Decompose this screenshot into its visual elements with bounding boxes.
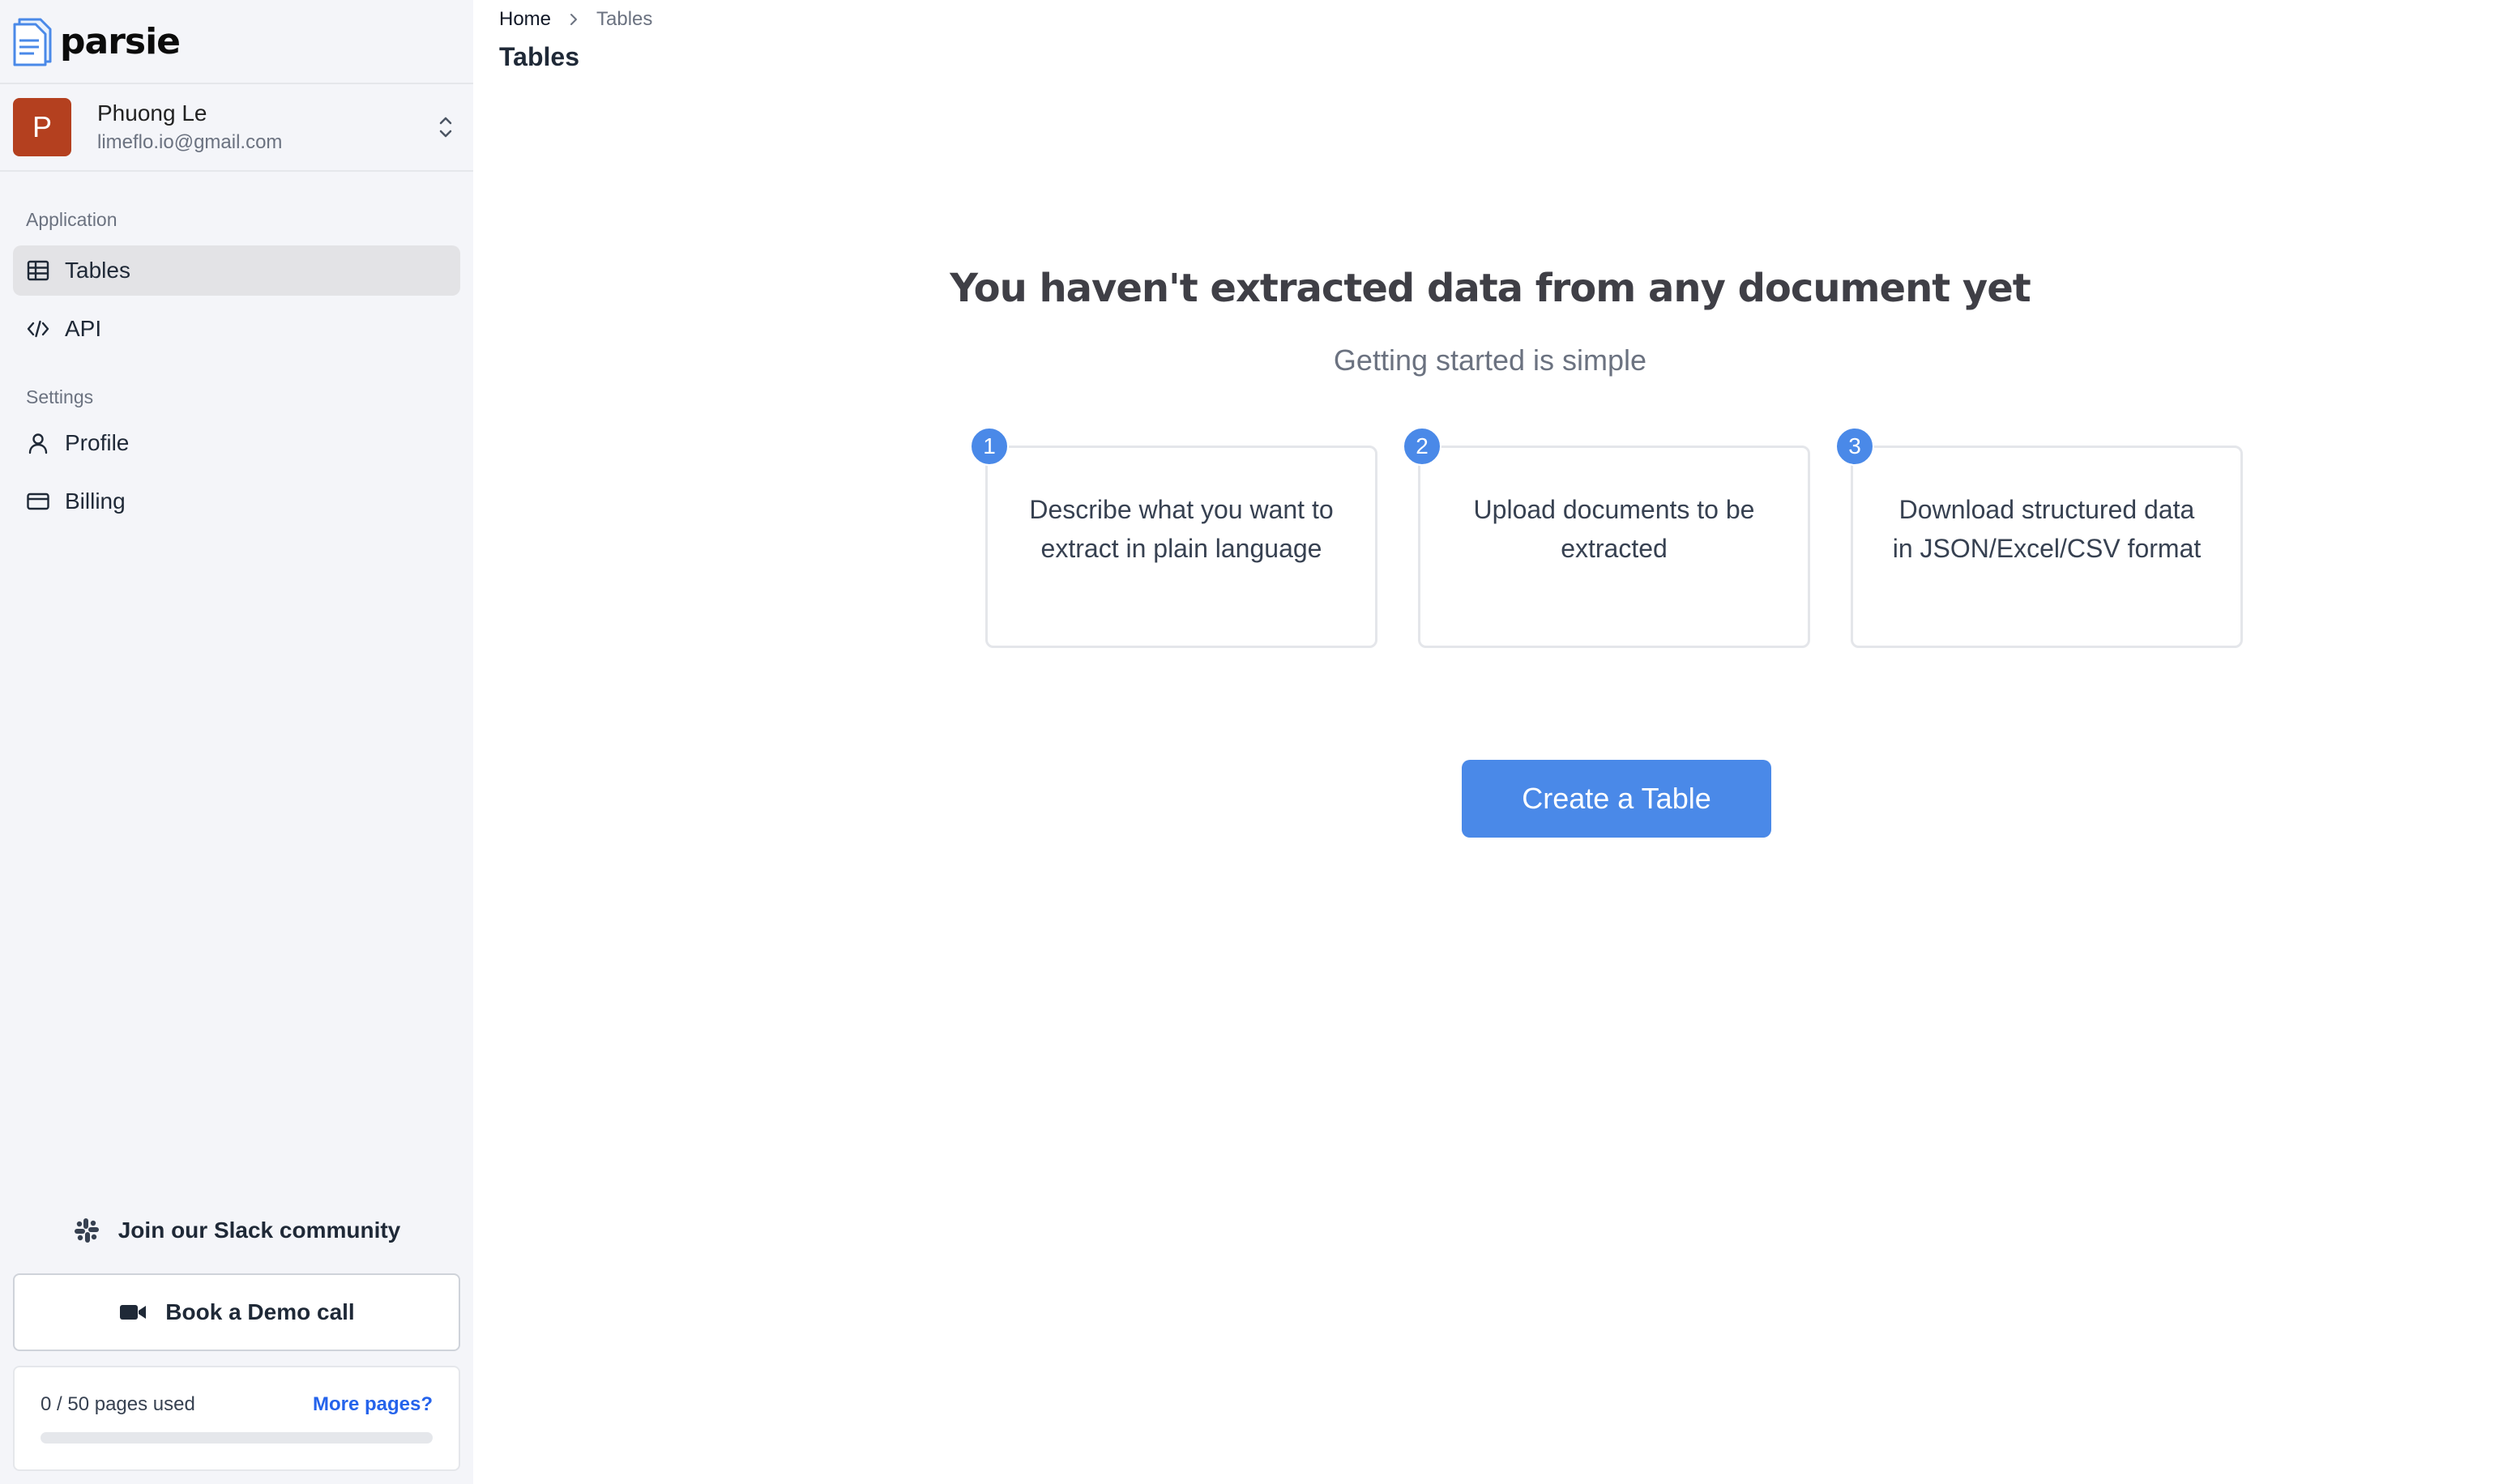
slack-label: Join our Slack community xyxy=(117,1217,401,1243)
getting-started-steps: 1 Describe what you want to extract in p… xyxy=(970,427,2246,648)
user-email: limeflo.io@gmail.com xyxy=(97,131,283,153)
code-icon xyxy=(27,320,49,338)
breadcrumb-current: Tables xyxy=(596,8,653,30)
usage-progress-bar xyxy=(41,1432,433,1443)
create-table-button[interactable]: Create a Table xyxy=(1462,760,1771,838)
step-number-badge: 2 xyxy=(1403,427,1441,466)
usage-card: 0 / 50 pages used More pages? xyxy=(13,1366,460,1471)
brand-name: parsie xyxy=(60,20,181,62)
settings-nav: Profile Billing xyxy=(0,418,473,527)
user-name: Phuong Le xyxy=(97,100,207,126)
sidebar-item-label: Profile xyxy=(65,430,130,455)
breadcrumb-home[interactable]: Home xyxy=(499,8,551,31)
empty-state-subheading: Getting started is simple xyxy=(1333,343,1647,377)
step-card: 3 Download structured data in JSON/Excel… xyxy=(1835,427,2243,648)
credit-card-icon xyxy=(27,493,49,510)
step-card: 1 Describe what you want to extract in p… xyxy=(970,427,1377,648)
video-camera-icon xyxy=(120,1305,147,1320)
book-demo-button[interactable]: Book a Demo call xyxy=(13,1273,460,1351)
sidebar-item-api[interactable]: API xyxy=(13,304,460,354)
sidebar-item-profile[interactable]: Profile xyxy=(13,418,460,468)
user-info: Phuong Le limeflo.io@gmail.com xyxy=(97,100,436,154)
step-text: Describe what you want to extract in pla… xyxy=(1029,495,1334,563)
user-icon xyxy=(28,433,48,454)
pages-used-text: 0 / 50 pages used xyxy=(41,1393,195,1415)
usage-row: 0 / 50 pages used More pages? xyxy=(41,1393,433,1416)
empty-state-heading: You haven't extracted data from any docu… xyxy=(950,266,2031,311)
application-nav: Tables API xyxy=(0,245,473,354)
step-text: Download structured data in JSON/Excel/C… xyxy=(1892,495,2202,563)
document-logo-icon xyxy=(13,18,52,66)
more-pages-link[interactable]: More pages? xyxy=(313,1393,433,1416)
sidebar-item-label: Billing xyxy=(65,488,126,514)
logo[interactable]: parsie xyxy=(0,0,473,84)
step-number-badge: 1 xyxy=(970,427,1009,466)
sidebar-item-tables[interactable]: Tables xyxy=(13,245,460,296)
step-card: 2 Upload documents to be extracted xyxy=(1403,427,1810,648)
step-number-badge: 3 xyxy=(1835,427,1874,466)
account-switcher[interactable]: P Phuong Le limeflo.io@gmail.com xyxy=(0,84,473,172)
main-content: Home Tables Tables You haven't extracted… xyxy=(473,0,2507,1484)
book-demo-label: Book a Demo call xyxy=(165,1299,355,1324)
chevron-right-icon xyxy=(570,14,578,25)
step-text: Upload documents to be extracted xyxy=(1473,495,1755,563)
page-title: Tables xyxy=(499,42,579,71)
slack-community-link[interactable]: Join our Slack community xyxy=(13,1205,460,1256)
sidebar-item-billing[interactable]: Billing xyxy=(13,476,460,527)
sidebar-item-label: Tables xyxy=(65,258,130,283)
sidebar: parsie P Phuong Le limeflo.io@gmail.com … xyxy=(0,0,473,1484)
sidebar-footer: Join our Slack community Book a Demo cal… xyxy=(13,1205,460,1471)
sidebar-item-label: API xyxy=(65,316,102,341)
section-label-settings: Settings xyxy=(26,386,94,407)
breadcrumb: Home Tables xyxy=(499,8,652,31)
table-icon xyxy=(27,260,49,281)
chevron-up-down-icon xyxy=(439,117,452,138)
section-label-application: Application xyxy=(26,209,117,230)
avatar: P xyxy=(13,98,71,156)
slack-icon xyxy=(74,1218,99,1243)
